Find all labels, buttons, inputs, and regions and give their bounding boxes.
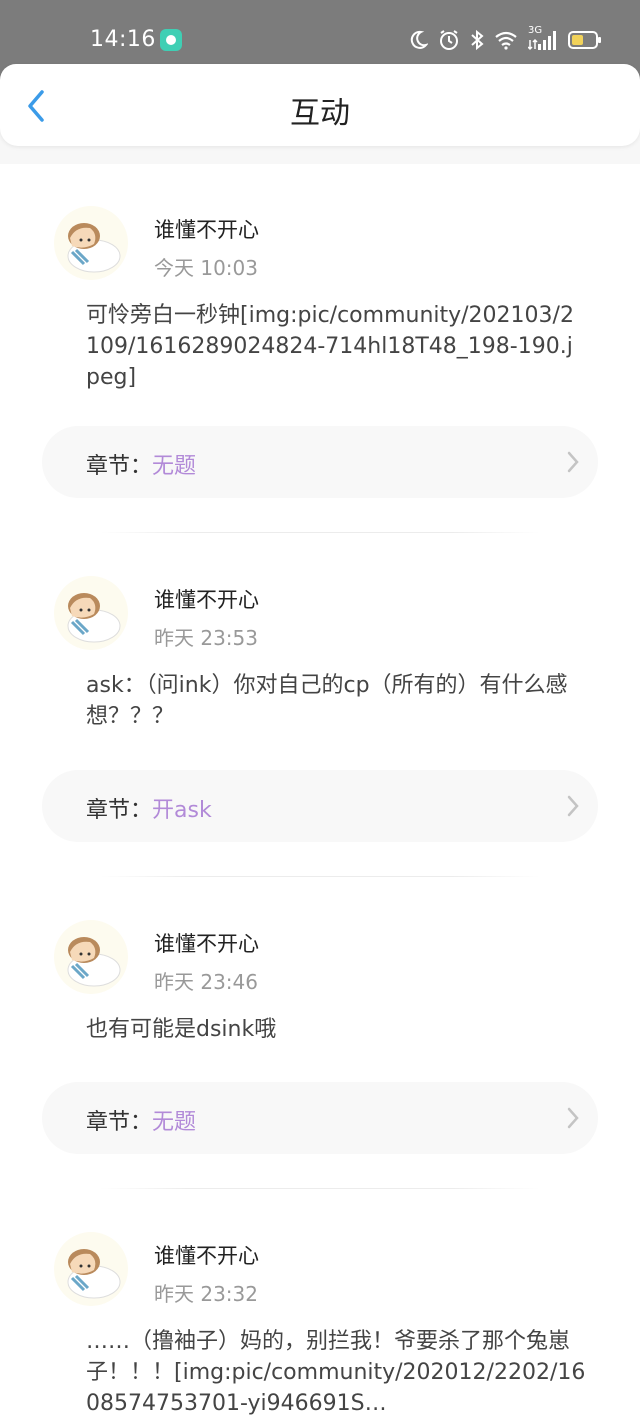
divider [100, 1188, 540, 1189]
post-time: 昨天 23:32 [154, 1282, 258, 1306]
chapter-link[interactable]: 章节：开ask [42, 770, 598, 842]
username[interactable]: 谁懂不开心 [154, 928, 259, 958]
chapter-label: 章节：无题 [86, 1104, 196, 1136]
divider [100, 876, 540, 877]
username[interactable]: 谁懂不开心 [154, 214, 259, 244]
chapter-name: 无题 [152, 454, 197, 479]
status-icons: 3G [410, 25, 602, 54]
alarm-icon [440, 30, 458, 50]
avatar[interactable] [54, 920, 128, 994]
bluetooth-icon [471, 29, 484, 51]
app-notification-icon [160, 29, 182, 51]
moon-icon [410, 30, 428, 49]
interaction-feed[interactable]: 谁懂不开心 今天 10:03 可怜旁白一秒钟[img:pic/community… [0, 164, 640, 1422]
username[interactable]: 谁懂不开心 [154, 584, 259, 614]
post-content[interactable]: 也有可能是dsink哦 [86, 1014, 586, 1045]
battery-icon [568, 31, 601, 49]
post-time: 今天 10:03 [154, 256, 258, 280]
post-content[interactable]: ……（撸袖子）妈的，别拦我！爷要杀了那个兔崽子！！！[img:pic/commu… [86, 1326, 586, 1419]
status-time: 14:16 [90, 27, 156, 52]
post-content[interactable]: ask：（问ink）你对自己的cp（所有的）有什么感想？？？ [86, 670, 586, 732]
chapter-name: 无题 [152, 1110, 197, 1135]
chevron-right-icon [567, 1107, 579, 1129]
chapter-label: 章节：开ask [86, 792, 212, 824]
chevron-right-icon [567, 795, 579, 817]
post-time: 昨天 23:53 [154, 626, 258, 650]
chevron-right-icon [567, 451, 579, 473]
username[interactable]: 谁懂不开心 [154, 1240, 259, 1270]
avatar[interactable] [54, 576, 128, 650]
chapter-prefix: 章节： [86, 1110, 153, 1135]
post-content[interactable]: 可怜旁白一秒钟[img:pic/community/202103/2109/16… [86, 300, 586, 393]
avatar[interactable] [54, 206, 128, 280]
chapter-prefix: 章节： [86, 454, 153, 479]
post-time: 昨天 23:46 [154, 970, 258, 994]
wifi-icon [495, 31, 517, 50]
chapter-link[interactable]: 章节：无题 [42, 426, 598, 498]
chapter-prefix: 章节： [86, 798, 153, 823]
chapter-label: 章节：无题 [86, 448, 196, 480]
page-title: 互动 [290, 96, 350, 131]
chapter-name: 开ask [152, 798, 212, 823]
avatar[interactable] [54, 1232, 128, 1306]
signal-icon: 3G [528, 25, 558, 52]
divider [100, 532, 540, 533]
header-bar: 互动 [0, 64, 640, 146]
chapter-link[interactable]: 章节：无题 [42, 1082, 598, 1154]
